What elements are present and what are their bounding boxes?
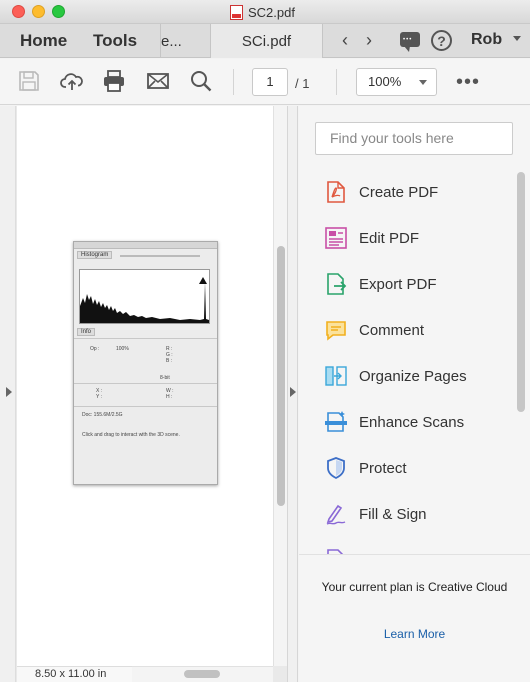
document-tab-active[interactable]: SCi.pdf	[210, 24, 323, 58]
horizontal-scrollbar[interactable]	[132, 666, 273, 682]
page-total: / 1	[295, 76, 310, 91]
enhance-scans-icon	[325, 411, 347, 432]
panel-hint: Click and drag to interact with the 3D s…	[82, 432, 180, 438]
left-pane-toggle[interactable]	[0, 106, 16, 682]
user-menu[interactable]: Rob	[471, 31, 502, 49]
tool-label: Enhance Scans	[359, 413, 465, 431]
tool-comment[interactable]: Comment	[324, 315, 514, 345]
tool-label: Comment	[359, 321, 425, 339]
right-pane-toggle[interactable]	[287, 106, 298, 682]
tool-organize-pages[interactable]: Organize Pages	[324, 361, 514, 391]
minimize-window-button[interactable]	[32, 5, 45, 18]
tools-list: Create PDF Edit PDF Export PDF Comment O…	[299, 170, 514, 554]
title-bar: SC2.pdf	[0, 0, 530, 24]
bit-depth: 8-bit	[160, 375, 170, 381]
histogram-tab: Histogram	[77, 251, 113, 259]
tool-create-pdf[interactable]: Create PDF	[324, 177, 514, 207]
page-size-indicator: 8.50 x 11.00 in	[17, 666, 132, 682]
toolbar-divider	[336, 69, 337, 95]
plan-text: Your current plan is Creative Cloud	[321, 580, 508, 594]
chat-icon[interactable]: •••	[400, 32, 420, 52]
toolbar-divider	[233, 69, 234, 95]
email-icon[interactable]	[146, 69, 170, 93]
tool-label: Edit PDF	[359, 229, 420, 247]
tool-fill-sign[interactable]: Fill & Sign	[324, 499, 514, 529]
tool-partial[interactable]	[324, 545, 514, 554]
zoom-value: 100%	[368, 74, 402, 89]
tool-label: Create PDF	[359, 183, 439, 201]
tools-scroll-thumb[interactable]	[517, 172, 525, 412]
histogram-panel-image: Histogram Info Op : 100% R : G : B : 8-b…	[73, 241, 218, 485]
panel-divider	[120, 255, 200, 257]
close-window-button[interactable]	[12, 5, 25, 18]
xy-readout: X : Y :	[96, 388, 103, 400]
vertical-scrollbar[interactable]	[273, 106, 287, 666]
expand-left-icon	[6, 387, 12, 397]
pdf-file-icon	[230, 4, 243, 20]
save-icon[interactable]	[17, 69, 41, 93]
tool-label: Fill & Sign	[359, 505, 427, 523]
acrobat-window: SC2.pdf Home Tools e... SCi.pdf ‹ › ••• …	[0, 0, 530, 682]
organize-pages-icon	[325, 366, 347, 386]
comment-icon	[326, 321, 346, 341]
tool-label: Organize Pages	[359, 367, 467, 385]
tab-bar: Home Tools e... SCi.pdf ‹ › ••• ? Rob	[0, 24, 530, 58]
window-title-text: SC2.pdf	[248, 4, 295, 20]
opacity-label: Op :	[90, 346, 100, 352]
home-tab[interactable]: Home	[20, 31, 67, 51]
panel-header	[74, 242, 217, 249]
page-number-input[interactable]: 1	[252, 68, 288, 96]
panel-divider	[74, 383, 217, 384]
doc-size-info: Doc: 155.6M/2.5G	[82, 412, 123, 418]
fill-sign-icon	[326, 504, 346, 525]
rgb-readout: R : G : B :	[166, 346, 173, 364]
tool-label: Protect	[359, 459, 407, 477]
chevron-down-icon[interactable]	[513, 36, 521, 41]
histogram-bars	[80, 277, 209, 323]
upload-cloud-icon[interactable]	[60, 69, 84, 93]
tools-tab[interactable]: Tools	[93, 31, 137, 51]
document-tab-partial-label: e...	[161, 32, 182, 50]
export-pdf-icon	[327, 273, 347, 295]
wh-readout: W : H :	[166, 388, 174, 400]
search-icon[interactable]	[189, 69, 213, 93]
chevron-right-icon[interactable]: ›	[366, 30, 372, 51]
toolbar: 1 / 1 100% •••	[0, 59, 530, 105]
tool-protect[interactable]: Protect	[324, 453, 514, 483]
learn-more-link[interactable]: Learn More	[299, 627, 530, 641]
tool-enhance-scans[interactable]: Enhance Scans	[324, 407, 514, 437]
more-options-icon[interactable]: •••	[456, 71, 480, 94]
info-tab: Info	[77, 328, 96, 336]
histogram-graph	[79, 269, 210, 324]
horizontal-scroll-thumb[interactable]	[184, 670, 220, 678]
panel-divider	[74, 338, 217, 339]
pdf-page[interactable]: Histogram Info Op : 100% R : G : B : 8-b…	[17, 106, 273, 666]
maximize-window-button[interactable]	[52, 5, 65, 18]
tool-edit-pdf[interactable]: Edit PDF	[324, 223, 514, 253]
protect-icon	[327, 457, 345, 480]
opacity-value: 100%	[116, 346, 129, 352]
zoom-select[interactable]: 100%	[356, 68, 437, 96]
document-tab-partial[interactable]: e...	[160, 24, 210, 58]
tools-search-input[interactable]: Find your tools here	[315, 122, 513, 155]
collapse-right-icon	[290, 387, 296, 397]
create-pdf-icon	[327, 181, 345, 203]
help-icon[interactable]: ?	[431, 30, 452, 51]
print-icon[interactable]	[102, 69, 126, 93]
chevron-left-icon[interactable]: ‹	[342, 30, 348, 51]
tools-divider	[299, 554, 530, 555]
chevron-down-icon	[419, 80, 427, 85]
tools-pane: Find your tools here Create PDF Edit PDF	[299, 106, 530, 682]
document-viewer: Histogram Info Op : 100% R : G : B : 8-b…	[0, 106, 298, 682]
window-title: SC2.pdf	[230, 4, 295, 20]
panel-divider	[74, 406, 217, 407]
vertical-scroll-thumb[interactable]	[277, 246, 285, 506]
tool-export-pdf[interactable]: Export PDF	[324, 269, 514, 299]
edit-pdf-icon	[325, 227, 347, 249]
tool-label: Export PDF	[359, 275, 437, 293]
document-tab-active-label: SCi.pdf	[241, 32, 292, 50]
